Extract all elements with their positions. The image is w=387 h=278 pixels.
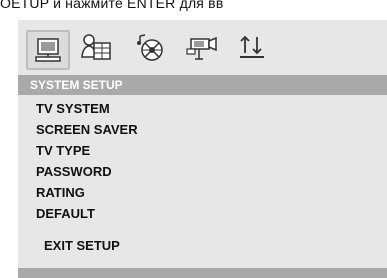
setup-menu-list: TV SYSTEM SCREEN SAVER TV TYPE PASSWORD … bbox=[36, 98, 138, 224]
speaker-adjust-icon[interactable] bbox=[232, 30, 272, 66]
bottom-bar bbox=[18, 268, 387, 278]
language-icon[interactable] bbox=[76, 30, 116, 66]
video-camera-icon[interactable] bbox=[182, 30, 222, 66]
menu-item-default[interactable]: DEFAULT bbox=[36, 203, 138, 224]
cropped-caption-text: OETUP и нажмите ENTER для вв bbox=[0, 0, 224, 11]
header-title: SYSTEM SETUP bbox=[30, 78, 123, 92]
menu-item-rating[interactable]: RATING bbox=[36, 182, 138, 203]
menu-item-tv-system[interactable]: TV SYSTEM bbox=[36, 98, 138, 119]
menu-item-password[interactable]: PASSWORD bbox=[36, 161, 138, 182]
icon-bar bbox=[18, 20, 387, 78]
audio-disc-icon[interactable] bbox=[130, 30, 170, 66]
menu-item-tv-type[interactable]: TV TYPE bbox=[36, 140, 138, 161]
system-setup-header: SYSTEM SETUP bbox=[18, 75, 387, 95]
exit-setup-button[interactable]: EXIT SETUP bbox=[44, 238, 120, 253]
monitor-icon[interactable] bbox=[26, 30, 70, 70]
setup-menu-screen: SYSTEM SETUP TV SYSTEM SCREEN SAVER TV T… bbox=[18, 20, 387, 278]
menu-item-screen-saver[interactable]: SCREEN SAVER bbox=[36, 119, 138, 140]
